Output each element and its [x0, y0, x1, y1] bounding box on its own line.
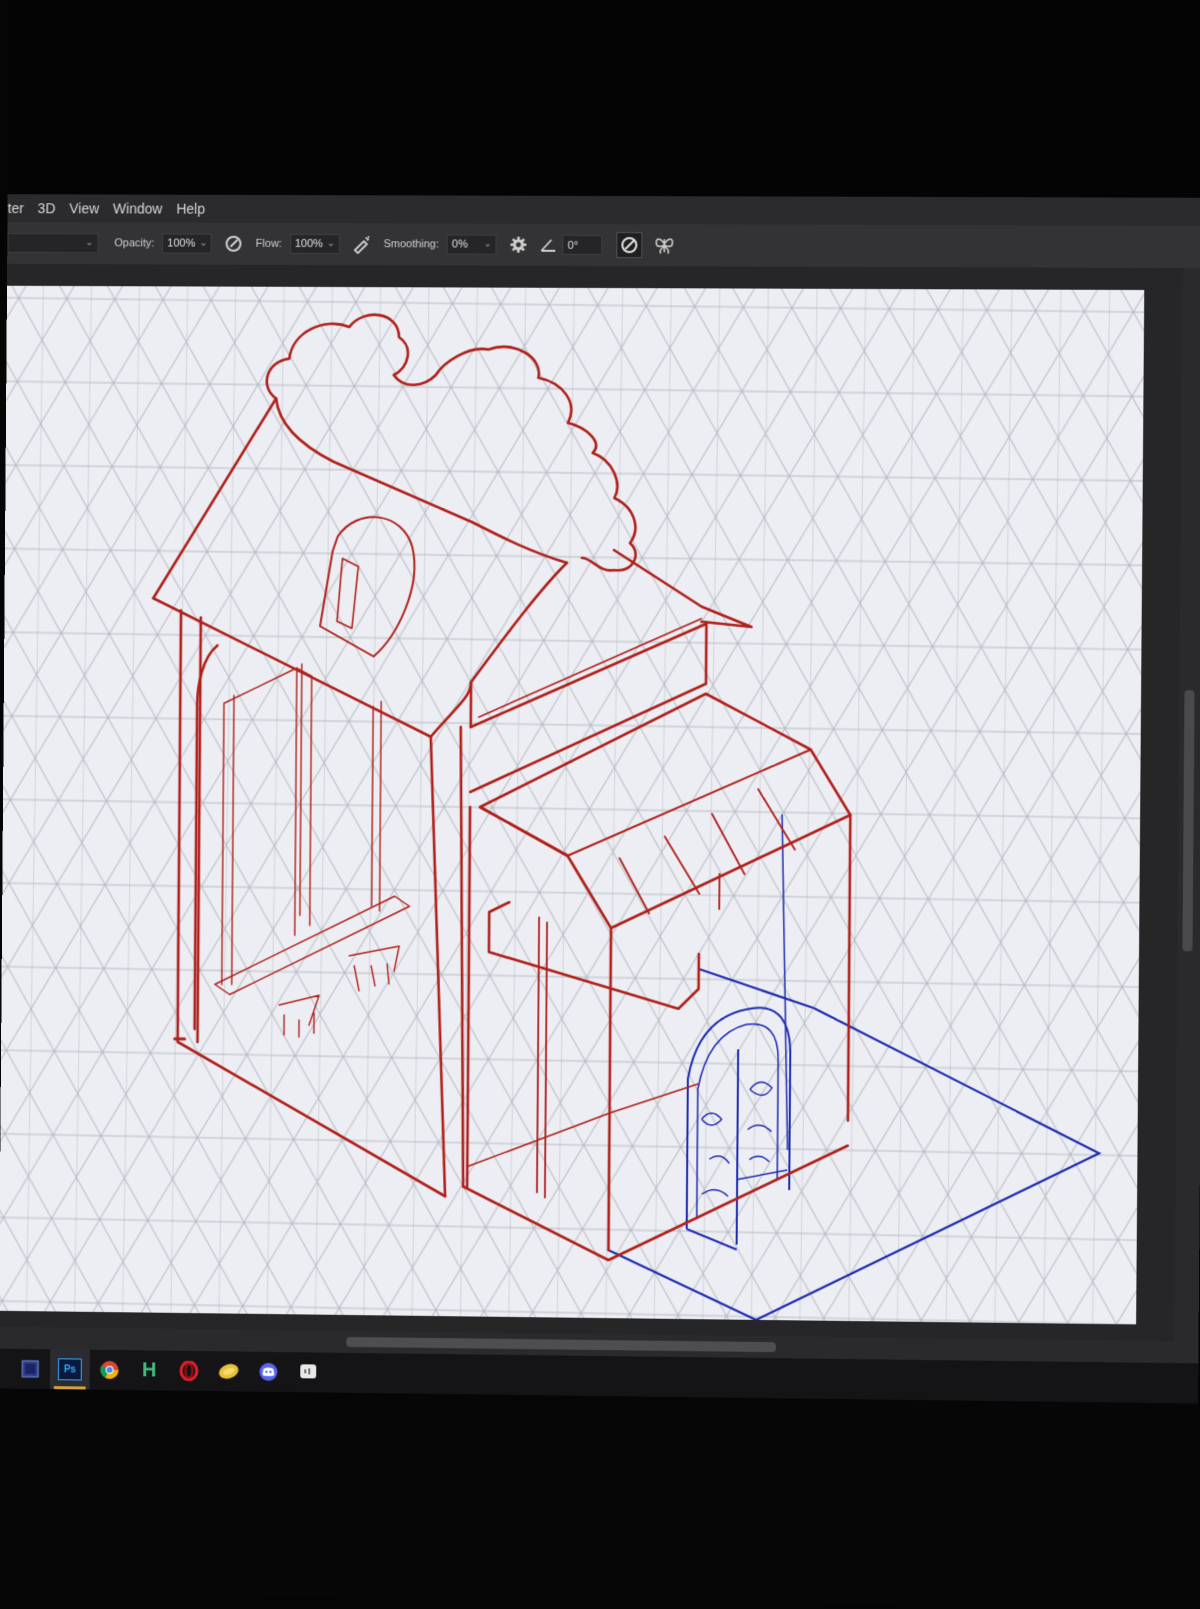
- angle-icon: [537, 233, 561, 257]
- menu-help[interactable]: Help: [176, 201, 205, 217]
- taskbar-app-icon[interactable]: [10, 1349, 50, 1389]
- tool-options-bar: ⌄ Opacity: 100% ⌄ Flow: 100% ⌄ Smoothing: …: [7, 222, 1200, 270]
- flow-label: Flow:: [255, 237, 282, 250]
- chrome-icon: [100, 1360, 119, 1379]
- smoothing-value: 0%: [451, 238, 468, 251]
- h-app-icon: H: [141, 1358, 157, 1381]
- smoothing-label: Smoothing:: [383, 238, 439, 251]
- taskbar-discord[interactable]: [248, 1352, 288, 1392]
- canvas-workspace: [0, 263, 1200, 1342]
- chevron-down-icon: ⌄: [483, 238, 492, 250]
- angle-input[interactable]: 0°: [562, 234, 603, 255]
- vertical-scrollbar[interactable]: [1174, 268, 1200, 1342]
- taskbar-coin-app[interactable]: [209, 1351, 249, 1391]
- flow-input[interactable]: 100% ⌄: [289, 233, 340, 255]
- horizontal-scroll-thumb[interactable]: [346, 1336, 776, 1353]
- taskbar-chat-app[interactable]: [288, 1352, 328, 1392]
- menu-filter[interactable]: ter: [8, 200, 24, 216]
- discord-icon: [259, 1362, 278, 1381]
- opacity-label: Opacity:: [114, 237, 155, 250]
- menu-window[interactable]: Window: [113, 201, 163, 217]
- menu-bar: ter 3D View Window Help: [7, 194, 1200, 226]
- pressure-size-icon[interactable]: [616, 232, 643, 259]
- document-canvas[interactable]: [0, 285, 1145, 1325]
- isometric-grid: [0, 285, 1145, 1325]
- opera-icon: [179, 1361, 199, 1381]
- angle-value: 0°: [567, 239, 579, 252]
- coin-app-icon: [217, 1362, 240, 1381]
- taskbar-h-app[interactable]: H: [129, 1350, 169, 1390]
- isometric-sketch: [0, 285, 1145, 1325]
- monitor-screen: ter 3D View Window Help ⌄ Opacity: 100% ⌄…: [0, 0, 1200, 1609]
- opacity-input[interactable]: 100% ⌄: [162, 233, 213, 254]
- airbrush-icon[interactable]: [349, 232, 373, 256]
- chevron-down-icon: ⌄: [85, 237, 94, 249]
- butterfly-symmetry-icon[interactable]: [653, 233, 677, 257]
- mode-select[interactable]: ⌄: [7, 233, 99, 254]
- monitor-bezel-top: [7, 0, 1200, 198]
- pressure-opacity-icon[interactable]: [222, 232, 246, 256]
- taskbar-chrome[interactable]: [90, 1350, 130, 1390]
- chat-app-icon: [300, 1364, 317, 1379]
- opacity-value: 100%: [167, 237, 196, 250]
- monitor-bezel-bottom: [0, 1388, 1199, 1609]
- menu-3d[interactable]: 3D: [38, 200, 56, 216]
- photoshop-icon: Ps: [57, 1358, 82, 1381]
- gear-icon[interactable]: [507, 233, 531, 257]
- taskbar-photoshop[interactable]: Ps: [49, 1349, 90, 1390]
- chevron-down-icon: ⌄: [326, 238, 336, 250]
- chevron-down-icon: ⌄: [199, 237, 208, 249]
- flow-value: 100%: [294, 237, 323, 251]
- taskbar-opera[interactable]: [169, 1351, 209, 1391]
- vertical-scroll-thumb[interactable]: [1182, 690, 1195, 952]
- photoshop-label: Ps: [63, 1363, 76, 1375]
- smoothing-input[interactable]: 0% ⌄: [446, 234, 497, 255]
- menu-view[interactable]: View: [69, 200, 99, 216]
